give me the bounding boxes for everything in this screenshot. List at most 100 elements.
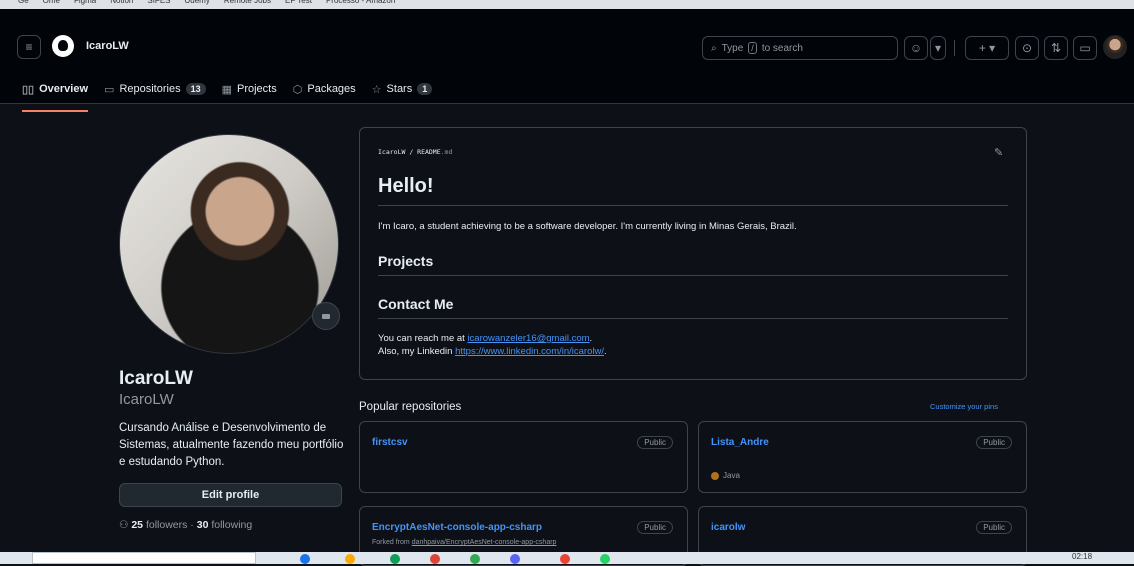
search-icon: ⌕ bbox=[711, 42, 717, 54]
search-placeholder-suffix: to search bbox=[761, 42, 803, 54]
language-color-dot bbox=[711, 471, 719, 480]
menu-icon: ≡ bbox=[25, 40, 33, 54]
readme-intro: I'm Icaro, a student achieving to be a s… bbox=[378, 221, 797, 232]
edit-profile-button[interactable]: Edit profile bbox=[119, 483, 342, 507]
inbox-button[interactable]: ▭ bbox=[1073, 36, 1097, 60]
book-icon: ▯▯ bbox=[22, 83, 35, 96]
bookmark-item[interactable]: Processo - Amazon bbox=[326, 0, 395, 9]
search-placeholder: Type bbox=[721, 42, 744, 54]
tab-stars[interactable]: ☆ Stars 1 bbox=[372, 78, 433, 100]
repo-link[interactable]: Lista_Andre bbox=[711, 437, 769, 448]
taskbar-clock: 02:18 bbox=[1072, 552, 1093, 561]
repo-link[interactable]: icarolw bbox=[711, 522, 745, 533]
taskbar-search[interactable] bbox=[32, 552, 256, 564]
bookmark-item[interactable]: Ge bbox=[18, 0, 29, 9]
folder-icon[interactable] bbox=[345, 554, 355, 564]
forked-from-note: Forked from danhpaiva/EncryptAesNet-cons… bbox=[372, 539, 557, 546]
edit-readme-pencil-icon[interactable]: ✎ bbox=[994, 146, 1006, 159]
profile-tabs: ▯▯ Overview ▭ Repositories 13 ▦ Projects… bbox=[22, 78, 433, 112]
repo-icon: ▭ bbox=[104, 83, 115, 96]
repo-card: firstcsv Public bbox=[359, 421, 688, 493]
inbox-icon: ▭ bbox=[1079, 41, 1091, 55]
header-divider bbox=[954, 40, 955, 56]
profile-bio: Cursando Análise e Desenvolvimento de Si… bbox=[119, 422, 344, 468]
package-icon: ⬡ bbox=[292, 83, 303, 96]
user-avatar-menu[interactable] bbox=[1103, 35, 1127, 59]
repo-card: Lista_Andre Public Java bbox=[698, 421, 1027, 493]
repo-link[interactable]: firstcsv bbox=[372, 437, 408, 448]
copilot-icon: ☺ bbox=[909, 41, 923, 55]
search-input[interactable]: ⌕ Type / to search bbox=[702, 36, 898, 60]
git-pull-request-icon: ⇅ bbox=[1050, 41, 1062, 55]
tab-label: Projects bbox=[237, 83, 277, 95]
app-icon[interactable] bbox=[300, 554, 310, 564]
tab-projects[interactable]: ▦ Projects bbox=[222, 78, 277, 100]
heading-divider bbox=[378, 205, 1008, 206]
issue-opened-icon: ⊙ bbox=[1021, 41, 1033, 55]
tab-repositories[interactable]: ▭ Repositories 13 bbox=[104, 78, 206, 100]
bookmark-item[interactable]: SIFES bbox=[147, 0, 170, 9]
chevron-down-icon: ▾ bbox=[934, 41, 942, 55]
tab-overview[interactable]: ▯▯ Overview bbox=[22, 78, 89, 112]
heading-divider bbox=[378, 318, 1008, 319]
tab-counter: 1 bbox=[417, 83, 433, 95]
bookmark-item[interactable]: Udemy bbox=[185, 0, 210, 9]
readme-contact-linkedin: Also, my Linkedin https://www.linkedin.c… bbox=[378, 346, 607, 357]
profile-login: IcaroLW bbox=[119, 391, 174, 408]
tab-label: Overview bbox=[39, 83, 89, 95]
profile-avatar[interactable] bbox=[119, 134, 339, 354]
pull-requests-button[interactable]: ⇅ bbox=[1044, 36, 1068, 60]
customize-pins-link[interactable]: Customize your pins bbox=[930, 402, 998, 411]
tab-label: Repositories bbox=[119, 83, 181, 95]
readme-heading-projects: Projects bbox=[378, 253, 434, 269]
app-icon[interactable] bbox=[560, 554, 570, 564]
search-shortcut-key: / bbox=[748, 42, 757, 54]
readme-contact-email: You can reach me at icarowanzeler16@gmai… bbox=[378, 333, 593, 344]
readme-path: IcaroLW / README.md bbox=[378, 148, 453, 156]
app-icon[interactable] bbox=[470, 554, 480, 564]
people-icon: ⚇ bbox=[119, 519, 129, 531]
create-new-button[interactable]: + ▾ bbox=[965, 36, 1009, 60]
plus-icon: + ▾ bbox=[978, 41, 996, 55]
heading-divider bbox=[378, 275, 1008, 276]
visibility-badge: Public bbox=[637, 521, 673, 534]
hamburger-menu-button[interactable]: ≡ bbox=[17, 35, 41, 59]
app-icon[interactable] bbox=[390, 554, 400, 564]
bookmark-item[interactable]: EF Test bbox=[285, 0, 312, 9]
bookmark-item[interactable]: Notion bbox=[110, 0, 133, 9]
copilot-dropdown-button[interactable]: ▾ bbox=[930, 36, 946, 60]
readme-user[interactable]: IcaroLW bbox=[378, 148, 405, 156]
os-taskbar: 02:18 bbox=[0, 552, 1134, 564]
visibility-badge: Public bbox=[976, 521, 1012, 534]
app-icon[interactable] bbox=[600, 554, 610, 564]
tab-label: Stars bbox=[386, 83, 413, 95]
visibility-badge: Public bbox=[976, 436, 1012, 449]
github-logo-icon[interactable] bbox=[52, 35, 74, 57]
visibility-badge: Public bbox=[637, 436, 673, 449]
issues-button[interactable]: ⊙ bbox=[1015, 36, 1039, 60]
email-link[interactable]: icarowanzeler16@gmail.com bbox=[467, 333, 589, 344]
app-icon[interactable] bbox=[430, 554, 440, 564]
bookmark-item[interactable]: Ome bbox=[43, 0, 60, 9]
bookmark-item[interactable]: Figma bbox=[74, 0, 96, 9]
following-link[interactable]: 30 following bbox=[197, 519, 252, 531]
app-icon[interactable] bbox=[510, 554, 520, 564]
linkedin-link[interactable]: https://www.linkedin.com/in/icarolw/ bbox=[455, 346, 604, 357]
copilot-button[interactable]: ☺ bbox=[904, 36, 928, 60]
tab-counter: 13 bbox=[185, 83, 206, 95]
readme-file[interactable]: README bbox=[417, 148, 440, 156]
header-username[interactable]: IcaroLW bbox=[86, 40, 129, 52]
table-icon: ▦ bbox=[221, 83, 232, 96]
profile-name: IcaroLW bbox=[119, 368, 193, 389]
set-status-button[interactable] bbox=[312, 302, 340, 330]
popular-repos-title: Popular repositories bbox=[359, 401, 462, 413]
followers-link[interactable]: 25 followers bbox=[131, 519, 187, 531]
app-header: ≡ IcaroLW ⌕ Type / to search ☺ ▾ + ▾ ⊙ ⇅… bbox=[0, 9, 1134, 112]
star-icon: ☆ bbox=[371, 83, 382, 96]
readme-heading-contact: Contact Me bbox=[378, 296, 454, 312]
fork-source-link[interactable]: danhpaiva/EncryptAesNet-console-app-csha… bbox=[412, 539, 557, 546]
bookmark-item[interactable]: Remote Jobs bbox=[224, 0, 271, 9]
readme-ext: .md bbox=[440, 148, 453, 156]
repo-link[interactable]: EncryptAesNet-console-app-csharp bbox=[372, 522, 542, 533]
tab-packages[interactable]: ⬡ Packages bbox=[293, 78, 356, 100]
